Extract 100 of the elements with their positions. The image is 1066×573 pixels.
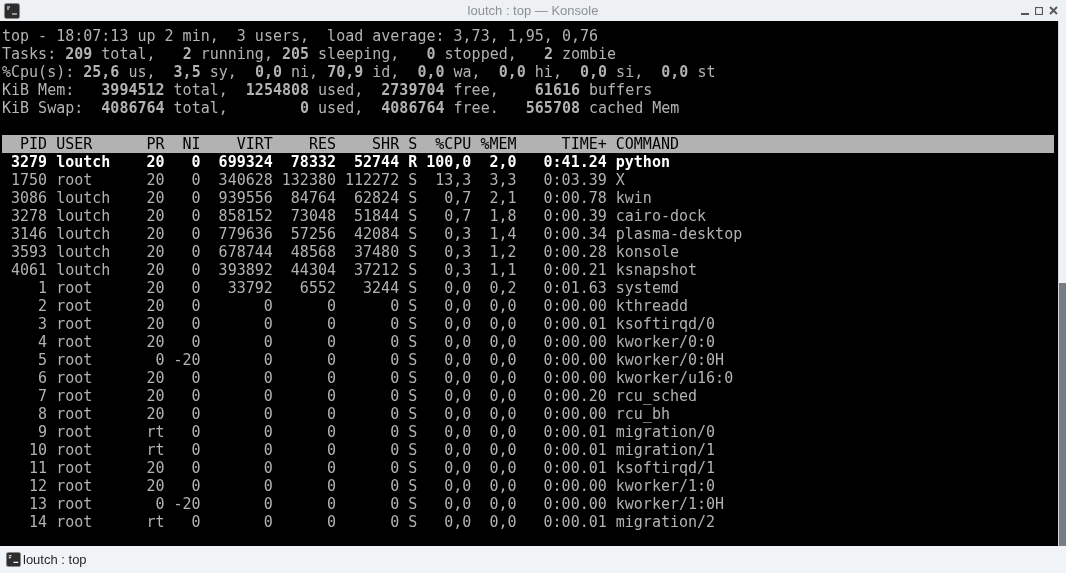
table-cell-text: loutch — [56, 243, 112, 261]
table-cell: 132380 — [281, 171, 336, 189]
table-cell-text: plasma-desktop — [615, 225, 744, 243]
table-cell-text: RES — [307, 135, 336, 153]
summary-line: top - 18:07:13 up 2 min, 3 users, load average: 3,73, 1,95, 0,76 — [2, 27, 600, 45]
table-cell-text: 0,0 — [443, 387, 472, 405]
close-icon[interactable] — [1049, 6, 1058, 15]
table-cell-text: 4 — [37, 333, 48, 351]
table-cell-text: NI — [181, 135, 201, 153]
table-cell-text: 0 — [190, 171, 201, 189]
table-cell-text: 0:00.01 — [542, 513, 607, 531]
table-cell-text: 12 — [28, 477, 48, 495]
table-cell-text: 2 — [37, 297, 48, 315]
table-cell: S — [408, 387, 418, 405]
table-cell-text: 0,0 — [443, 477, 472, 495]
table-cell: S — [408, 423, 418, 441]
table-cell-text: 0 — [190, 189, 201, 207]
terminal-icon — [4, 2, 20, 19]
table-cell-text: X — [615, 171, 626, 189]
table-cell-text: 0 — [325, 297, 336, 315]
table-cell-text: PR — [145, 135, 165, 153]
table-cell-text: SHR — [371, 135, 400, 153]
table-cell-text: 0 — [325, 351, 336, 369]
table-cell-text: 779636 — [217, 225, 273, 243]
table-cell-text: 0:00.01 — [542, 459, 607, 477]
table-cell-text: 20 — [145, 279, 165, 297]
terminal-icon — [6, 552, 21, 567]
table-cell: S — [408, 459, 418, 477]
table-cell-text: 33792 — [226, 279, 273, 297]
table-cell-text: 2,1 — [488, 189, 517, 207]
table-cell-text: 0 — [154, 351, 165, 369]
table-cell-text: root — [56, 459, 94, 477]
table-cell-text: 0 — [325, 495, 336, 513]
table-cell: S — [408, 225, 418, 243]
table-cell-text: USER — [56, 135, 94, 153]
table-cell-text: kthreadd — [615, 297, 690, 315]
table-cell-text: root — [56, 477, 94, 495]
table-cell-text: 0,2 — [488, 279, 517, 297]
table-cell-text: 0 — [389, 297, 400, 315]
table-cell-text: 0 — [190, 441, 201, 459]
table-cell-text: 10 — [28, 441, 48, 459]
table-cell: -20 — [173, 351, 201, 369]
table-cell-text: 11 — [28, 459, 48, 477]
table-cell-text: 0 — [389, 495, 400, 513]
table-cell-text: 20 — [145, 387, 165, 405]
table-cell-text: 20 — [145, 333, 165, 351]
table-cell-text: 0,0 — [488, 423, 517, 441]
table-cell-text: 0:00.00 — [542, 495, 607, 513]
table-cell-text: 0 — [190, 405, 201, 423]
table-cell-text: 0,3 — [443, 261, 472, 279]
table-cell-text: PID — [19, 135, 48, 153]
table-cell-text: migration/1 — [615, 441, 717, 459]
maximize-icon[interactable] — [1035, 6, 1043, 15]
table-cell-text: 0 — [389, 441, 400, 459]
table-cell-text: 0 — [190, 297, 201, 315]
table-cell-text: 699324 — [217, 153, 273, 171]
table-cell-text: 20 — [145, 369, 165, 387]
table-cell-text: 1,4 — [488, 225, 517, 243]
table-cell-text: 0,0 — [443, 279, 472, 297]
table-cell-text: 0:00.28 — [542, 243, 607, 261]
table-cell-text: 0 — [262, 369, 273, 387]
table-cell-text: 0 — [190, 243, 201, 261]
table-cell-text: 0 — [154, 495, 165, 513]
table-cell-text: loutch — [56, 207, 112, 225]
table-cell-text: root — [56, 369, 94, 387]
table-cell-text: 0:00.20 — [542, 387, 607, 405]
scrollbar[interactable] — [1058, 21, 1066, 546]
table-cell-text: kworker/0:0H — [615, 351, 726, 369]
table-cell: R — [408, 153, 418, 171]
table-cell: S — [408, 477, 418, 495]
table-cell-text: 3244 — [362, 279, 400, 297]
table-cell-text: 0 — [325, 441, 336, 459]
table-cell-text: 0 — [262, 387, 273, 405]
session-tab[interactable]: loutch : top — [6, 549, 87, 570]
table-cell-text: cairo-dock — [615, 207, 708, 225]
table-cell-text: konsole — [615, 243, 680, 261]
table-cell: S — [408, 333, 418, 351]
table-cell-text: root — [56, 495, 94, 513]
table-cell-text: kwin — [615, 189, 653, 207]
table-cell-text: 0,0 — [488, 351, 517, 369]
table-cell-text: 0 — [190, 369, 201, 387]
table-cell-text: 0 — [389, 315, 400, 333]
table-cell-text: 0,0 — [488, 387, 517, 405]
table-cell: S — [408, 315, 418, 333]
table-cell-text: rcu_sched — [615, 387, 699, 405]
table-cell-text: 0:41.24 — [542, 153, 607, 171]
table-cell-text: 78332 — [289, 153, 336, 171]
table-cell-text: 57256 — [289, 225, 336, 243]
table-cell-text: loutch — [56, 225, 112, 243]
table-cell: S — [408, 513, 418, 531]
table-cell-text: 0 — [262, 441, 273, 459]
table-cell-text: 42084 — [353, 225, 400, 243]
table-cell-text: 73048 — [289, 207, 336, 225]
table-cell: S — [408, 207, 418, 225]
table-cell-text: 0 — [190, 225, 201, 243]
table-cell-text: root — [56, 513, 94, 531]
summary-line: Tasks: 209 total, 2 running, 205 sleeping, 0 stopped, 2 zombie — [2, 45, 618, 63]
table-cell-text: 0 — [262, 513, 273, 531]
summary-line: KiB Swap: 4086764 total, 0 used, 4086764 free. 565708 cached Mem — [2, 99, 681, 117]
table-cell-text: root — [56, 279, 94, 297]
